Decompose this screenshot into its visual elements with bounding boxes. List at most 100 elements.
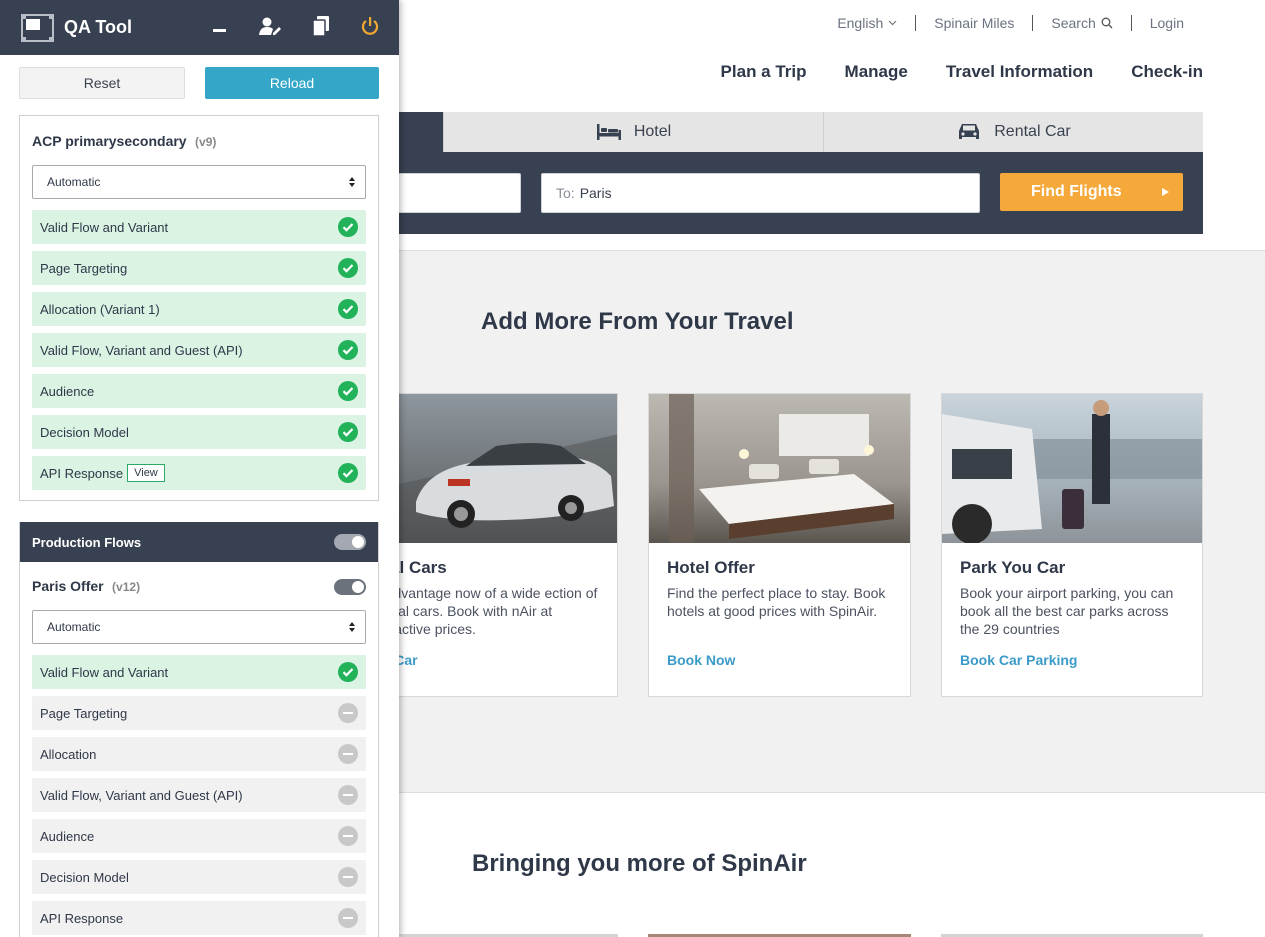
- minus-circle-icon: [338, 703, 358, 723]
- check-label: Valid Flow and Variant: [40, 664, 169, 680]
- minus-circle-icon: [338, 744, 358, 764]
- tab-flights[interactable]: [398, 112, 443, 152]
- check-label-group: Page Targeting: [40, 261, 127, 276]
- to-field[interactable]: To: Paris: [541, 173, 980, 213]
- qa-logo-icon: [21, 13, 54, 42]
- nav-check-in[interactable]: Check-in: [1131, 62, 1203, 82]
- sort-arrows-icon: [349, 177, 355, 187]
- qa-header-actions: [212, 16, 379, 36]
- user-edit-icon[interactable]: [259, 16, 281, 36]
- search-link[interactable]: Search: [1033, 15, 1130, 31]
- campaign-box: ACP primarysecondary (v9) Automatic Vali…: [19, 115, 379, 501]
- utility-nav: English Spinair Miles Search Login: [819, 15, 1184, 31]
- bed-icon: [596, 124, 621, 140]
- check-row: Audience: [32, 374, 366, 408]
- check-label-group: Decision Model: [40, 870, 129, 885]
- tab-rental-car[interactable]: Rental Car: [823, 112, 1203, 152]
- check-label-group: API Response: [40, 911, 123, 926]
- check-row: Allocation: [32, 737, 366, 771]
- language-select[interactable]: English: [819, 15, 915, 31]
- check-label-group: Audience: [40, 829, 94, 844]
- minus-circle-icon: [338, 785, 358, 805]
- check-circle-icon: [338, 381, 358, 401]
- check-label: Valid Flow, Variant and Guest (API): [40, 342, 243, 358]
- variant-select[interactable]: Automatic: [32, 165, 366, 199]
- reload-button[interactable]: Reload: [205, 67, 379, 99]
- check-row: Decision Model: [32, 860, 366, 894]
- login-link[interactable]: Login: [1132, 15, 1184, 31]
- power-icon[interactable]: [361, 16, 379, 36]
- check-row: API Response View: [32, 456, 366, 490]
- check-label: Decision Model: [40, 869, 129, 885]
- hotel-room-image: [669, 394, 894, 543]
- card-title: Park You Car: [960, 558, 1066, 577]
- check-circle-icon: [338, 662, 358, 682]
- check-label: Audience: [40, 828, 95, 844]
- flow-version: (v12): [112, 580, 141, 594]
- check-label-group: API Response View: [40, 464, 165, 482]
- check-row: Allocation (Variant 1): [32, 292, 366, 326]
- nav-travel-info[interactable]: Travel Information: [946, 62, 1093, 82]
- check-circle-icon: [338, 340, 358, 360]
- book-parking-link[interactable]: Book Car Parking: [960, 652, 1077, 668]
- sort-arrows-icon: [349, 622, 355, 632]
- card-park-car: Park You Car Book your airport parking, …: [941, 393, 1203, 697]
- check-label: Audience: [40, 383, 95, 399]
- check-label-group: Decision Model: [40, 425, 129, 440]
- check-circle-icon: [338, 217, 358, 237]
- check-row: Valid Flow and Variant: [32, 210, 366, 244]
- campaign-version: (v9): [195, 135, 217, 149]
- copy-icon[interactable]: [313, 16, 329, 36]
- check-row: Audience: [32, 819, 366, 853]
- check-label: Valid Flow, Variant and Guest (API): [40, 787, 243, 803]
- production-box: Production Flows Paris Offer (v12) Autom…: [19, 522, 379, 937]
- hotel-photo: [649, 394, 910, 543]
- check-label-group: Allocation (Variant 1): [40, 302, 160, 317]
- book-now-link[interactable]: Book Now: [667, 652, 735, 668]
- flow-toggle[interactable]: [334, 579, 366, 595]
- miles-link[interactable]: Spinair Miles: [916, 15, 1032, 31]
- campaign-name: ACP primarysecondary: [32, 133, 187, 149]
- section-title: Add More From Your Travel: [481, 308, 794, 335]
- parking-image: [942, 400, 1202, 543]
- minimize-icon[interactable]: [212, 16, 227, 36]
- from-field[interactable]: [378, 173, 521, 213]
- check-label-group: Valid Flow, Variant and Guest (API): [40, 343, 243, 358]
- card-text: Find the perfect place to stay. Book hot…: [667, 585, 886, 619]
- find-flights-button[interactable]: Find Flights: [1000, 173, 1183, 211]
- chevron-down-icon: [888, 20, 897, 26]
- card-text: Book your airport parking, you can book …: [960, 585, 1174, 637]
- parking-photo: [942, 394, 1202, 543]
- main-nav: Plan a Trip Manage Travel Information Ch…: [721, 62, 1203, 82]
- flow-variant-select[interactable]: Automatic: [32, 610, 366, 644]
- check-label-group: Valid Flow and Variant: [40, 220, 168, 235]
- check-row: Page Targeting: [32, 251, 366, 285]
- check-label: API Response: [40, 465, 124, 481]
- card-title: ntal Cars: [374, 558, 447, 577]
- check-row: API Response: [32, 901, 366, 935]
- check-label: API Response: [40, 910, 124, 926]
- card-text: e advantage now of a wide ection of rent…: [374, 585, 598, 637]
- qa-tool-panel: QA Tool Reset Reload ACP primarysecondar…: [0, 0, 399, 937]
- check-row: Valid Flow, Variant and Guest (API): [32, 333, 366, 367]
- production-checks: Valid Flow and Variant Page Targeting Allo…: [20, 644, 378, 935]
- check-label-group: Audience: [40, 384, 94, 399]
- reset-button[interactable]: Reset: [19, 67, 185, 99]
- production-toggle[interactable]: [334, 534, 366, 550]
- car-icon: [959, 124, 980, 139]
- nav-manage[interactable]: Manage: [845, 62, 908, 82]
- check-label-group: Allocation: [40, 747, 96, 762]
- nav-plan-trip[interactable]: Plan a Trip: [721, 62, 807, 82]
- play-arrow-icon: [1161, 188, 1169, 196]
- view-response-button[interactable]: View: [127, 464, 165, 482]
- tab-hotel[interactable]: Hotel: [443, 112, 823, 152]
- check-row: Page Targeting: [32, 696, 366, 730]
- card-hotel-offer: Hotel Offer Find the perfect place to st…: [648, 393, 911, 697]
- qa-title: QA Tool: [64, 17, 132, 37]
- check-circle-icon: [338, 463, 358, 483]
- section2-title: Bringing you more of SpinAir: [472, 850, 807, 877]
- flight-search-bar: To: Paris Find Flights: [378, 152, 1203, 234]
- production-header: Production Flows: [20, 522, 378, 562]
- booking-tabs: Hotel Rental Car: [398, 112, 1203, 152]
- check-circle-icon: [338, 422, 358, 442]
